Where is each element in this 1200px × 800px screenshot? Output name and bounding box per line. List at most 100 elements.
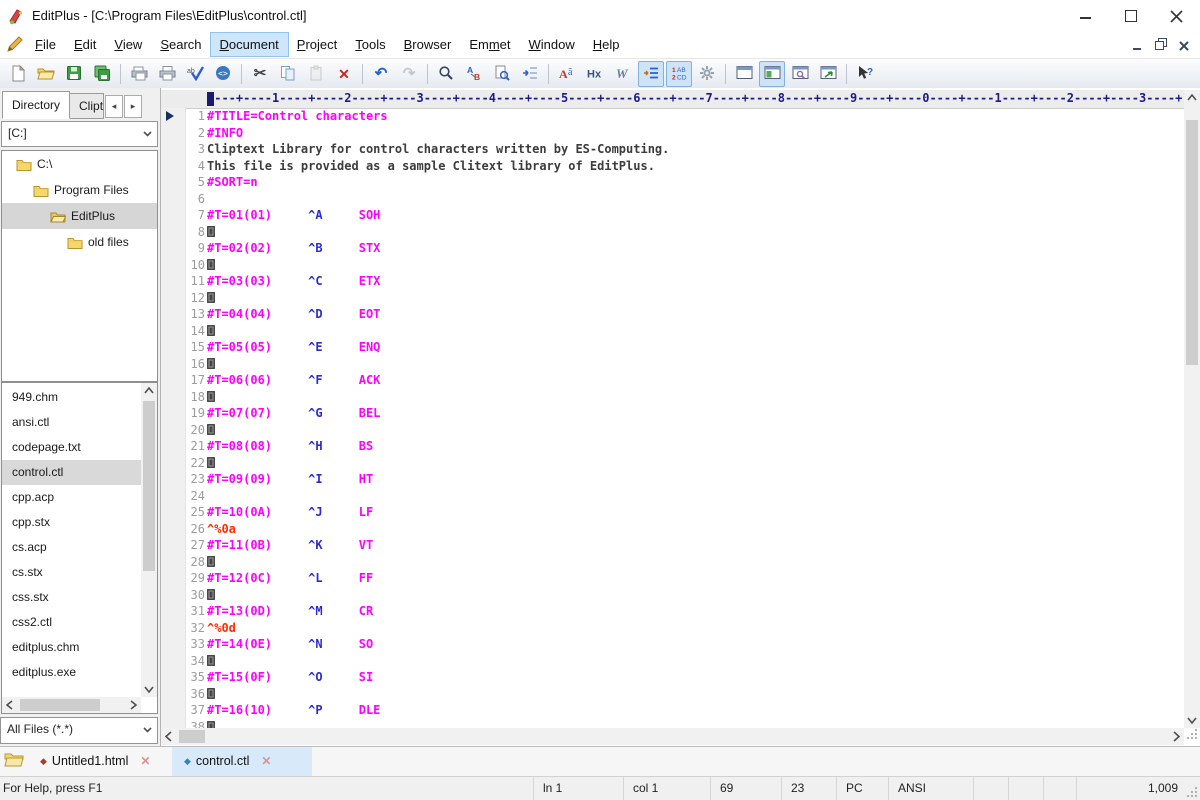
menu-view[interactable]: View [105, 33, 151, 56]
file-item[interactable]: css2.ctl [2, 610, 141, 635]
editor-vscrollbar[interactable] [1184, 90, 1200, 728]
document-selector-icon[interactable] [4, 751, 26, 773]
hex-viewer-button[interactable]: Hx [582, 61, 608, 87]
tree-item-c-[interactable]: C:\ [2, 151, 157, 177]
tab-scroll-right-icon[interactable]: ▸ [124, 95, 142, 118]
context-help-button[interactable]: ? [852, 61, 878, 87]
code-line: 15#T=05(05) ^E ENQ [161, 339, 1184, 356]
doc-tab-control-ctl[interactable]: ◆control.ctl✕ [172, 747, 312, 776]
line-number: 8 [185, 224, 205, 240]
redo-button[interactable]: ↷ [396, 61, 422, 87]
toolbar-separator [846, 64, 847, 84]
undo-button[interactable]: ↶ [368, 61, 394, 87]
print-button[interactable] [154, 61, 180, 87]
tree-item-editplus[interactable]: EditPlus [2, 203, 157, 229]
spell-check-button[interactable]: ab [182, 61, 208, 87]
scroll-thumb[interactable] [20, 699, 100, 711]
new-document-button[interactable] [5, 61, 31, 87]
scroll-up-icon[interactable] [1184, 90, 1200, 106]
tab-close-icon[interactable]: ✕ [140, 754, 150, 768]
mdi-restore-button[interactable] [1150, 37, 1170, 54]
scroll-down-icon[interactable] [1184, 712, 1200, 728]
mdi-window-controls [1127, 37, 1194, 54]
replace-button[interactable]: AB [461, 61, 487, 87]
file-list-hscrollbar[interactable] [2, 697, 141, 713]
code-area[interactable]: 1#TITLE=Control characters2#INFO3Cliptex… [161, 108, 1184, 728]
file-item[interactable]: cs.stx [2, 560, 141, 585]
menu-emmet[interactable]: Emmet [460, 33, 519, 56]
scroll-up-icon[interactable] [141, 383, 157, 399]
delete-button[interactable]: ✕ [331, 61, 357, 87]
menu-search[interactable]: Search [151, 33, 210, 56]
scroll-thumb[interactable] [179, 730, 205, 743]
mdi-close-button[interactable] [1174, 37, 1194, 54]
line-numbers-button[interactable]: 1AB2CD [666, 61, 692, 87]
save-button[interactable] [61, 61, 87, 87]
preferences-button[interactable] [694, 61, 720, 87]
file-item[interactable]: ansi.ctl [2, 410, 141, 435]
scroll-thumb[interactable] [1186, 120, 1198, 365]
file-item[interactable]: codepage.txt [2, 435, 141, 460]
menu-document[interactable]: Document [211, 33, 288, 56]
paste-button[interactable] [303, 61, 329, 87]
auto-indent-button[interactable] [638, 61, 664, 87]
print-preview-button[interactable] [126, 61, 152, 87]
tree-item-old-files[interactable]: old files [2, 229, 157, 255]
editor-hscrollbar[interactable] [161, 728, 1184, 745]
file-list-vscrollbar[interactable] [141, 383, 157, 697]
full-screen-button[interactable] [731, 61, 757, 87]
file-filter-select[interactable]: All Files (*.*) [0, 717, 158, 744]
code-line: 12 [161, 290, 1184, 307]
open-file-button[interactable] [33, 61, 59, 87]
tab-close-icon[interactable]: ✕ [261, 754, 271, 768]
file-item[interactable]: cpp.acp [2, 485, 141, 510]
file-list[interactable]: 949.chmansi.ctlcodepage.txtcontrol.ctlcp… [2, 385, 141, 697]
menu-edit[interactable]: Edit [65, 33, 105, 56]
copy-button[interactable] [275, 61, 301, 87]
save-all-button[interactable] [89, 61, 115, 87]
menu-file[interactable]: File [26, 33, 65, 56]
menu-project[interactable]: Project [288, 33, 346, 56]
close-button[interactable] [1154, 0, 1200, 32]
mdi-minimize-button[interactable] [1127, 37, 1147, 54]
file-item[interactable]: control.ctl [2, 460, 141, 485]
tree-item-program-files[interactable]: Program Files [2, 177, 157, 203]
file-item[interactable]: cs.acp [2, 535, 141, 560]
view-html-button[interactable]: <> [210, 61, 236, 87]
tab-scroll-left-icon[interactable]: ◂ [105, 95, 123, 118]
menu-help[interactable]: Help [584, 33, 629, 56]
scroll-left-icon[interactable] [2, 697, 18, 713]
file-item[interactable]: editplus.exe [2, 660, 141, 685]
folder-tree[interactable]: C:\Program FilesEditPlusold files [1, 150, 158, 382]
toggle-output-button[interactable] [787, 61, 813, 87]
file-item[interactable]: cpp.stx [2, 510, 141, 535]
find-button[interactable] [433, 61, 459, 87]
menu-tools[interactable]: Tools [346, 33, 394, 56]
toggle-sidebar-button[interactable] [759, 61, 785, 87]
sidebar-tab-clipt[interactable]: Clipt [70, 93, 104, 119]
resize-grip-icon[interactable] [1186, 786, 1198, 800]
sidebar-tab-directory[interactable]: Directory [2, 91, 70, 119]
editor-pane[interactable]: ----+----1----+----2----+----3----+----4… [161, 88, 1200, 746]
scroll-right-icon[interactable] [1168, 728, 1184, 745]
file-item[interactable]: css.stx [2, 585, 141, 610]
drive-select[interactable]: [C:] [1, 121, 158, 147]
scroll-down-icon[interactable] [141, 681, 157, 697]
minimize-button[interactable] [1062, 0, 1108, 32]
set-font-button[interactable]: Aã [554, 61, 580, 87]
word-wrap-button[interactable]: W [610, 61, 636, 87]
menu-browser[interactable]: Browser [395, 33, 461, 56]
file-item[interactable]: 949.chm [2, 385, 141, 410]
scroll-thumb[interactable] [143, 401, 155, 571]
menu-window[interactable]: Window [520, 33, 584, 56]
sync-browser-button[interactable] [815, 61, 841, 87]
line-number: 14 [185, 323, 205, 339]
maximize-button[interactable] [1108, 0, 1154, 32]
scroll-right-icon[interactable] [125, 697, 141, 713]
file-item[interactable]: editplus.chm [2, 635, 141, 660]
cut-button[interactable]: ✂ [247, 61, 273, 87]
goto-line-button[interactable] [517, 61, 543, 87]
doc-tab-untitled1-html[interactable]: ◆Untitled1.html✕ [28, 747, 180, 776]
find-in-files-button[interactable] [489, 61, 515, 87]
scroll-left-icon[interactable] [161, 728, 177, 745]
